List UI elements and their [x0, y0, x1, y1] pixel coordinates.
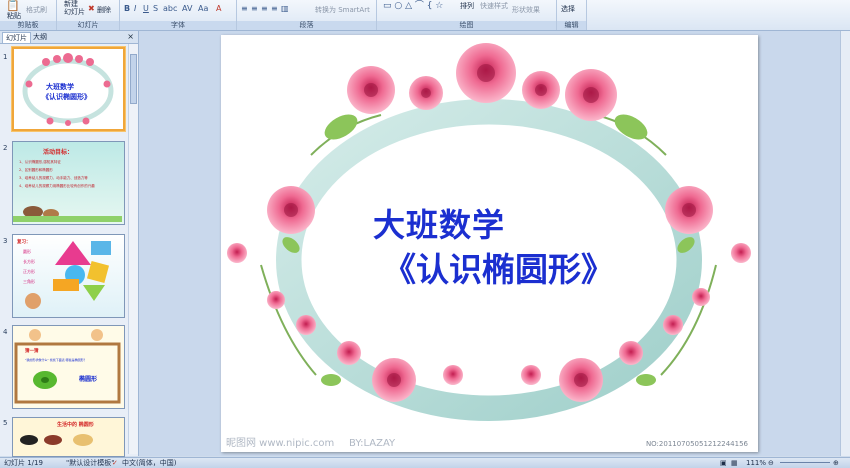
thumb-subtitle: "我的形状像什么" 找找下面表 哪些是椭圆形？	[25, 358, 87, 362]
current-slide[interactable]: 大班数学 《认识椭圆形》 昵图网 www.nipic.com BY:LAZAY …	[221, 35, 758, 452]
clipboard-group: 📋 粘贴 格式刷 剪贴板	[0, 0, 57, 30]
shapes-gallery-icon[interactable]: ▭ ○ △ ⌒ { ☆	[383, 2, 443, 11]
paste-button[interactable]: 粘贴	[7, 11, 21, 21]
drawing-group: ▭ ○ △ ⌒ { ☆ 排列 快速样式 形状效果 绘图	[377, 0, 557, 30]
shadow-icon[interactable]: S	[153, 4, 158, 13]
arrange-button[interactable]: 排列	[460, 1, 474, 11]
convert-smartart-button[interactable]: 转换为 SmartArt	[315, 5, 370, 15]
select-button[interactable]: 选择	[561, 4, 575, 14]
editing-group: 选择 编辑	[557, 0, 587, 30]
tab-slides[interactable]: 幻灯片	[2, 32, 31, 43]
delete-icon[interactable]: ✖	[88, 4, 95, 13]
watermark-by: BY:LAZAY	[349, 438, 396, 449]
slide-number: 5	[3, 419, 8, 427]
font-group: B I U S abc AV Aa A 字体	[120, 0, 237, 30]
close-icon[interactable]: ×	[127, 32, 134, 41]
editing-group-label: 编辑	[557, 21, 586, 30]
thumb-shape-label: 椭圆形	[79, 376, 98, 383]
align-left-icon[interactable]: ≡	[241, 4, 248, 13]
watermark-text: 昵图网 www.nipic.com	[226, 438, 335, 449]
thumb-heading: 猜一猜	[25, 349, 39, 354]
scrollbar-thumb[interactable]	[130, 54, 137, 104]
quick-styles-button[interactable]: 快速样式	[480, 1, 508, 11]
columns-icon[interactable]: ▥	[281, 4, 289, 13]
align-center-icon[interactable]: ≡	[251, 4, 258, 13]
slides-panel: 幻灯片 大纲 × 1 大班数学 《认识椭圆形》 2 活动目标： 1、认识椭圆形,…	[0, 31, 139, 457]
slide-thumbnail-1[interactable]: 大班数学 《认识椭圆形》	[12, 47, 125, 131]
slide-thumbnail-2[interactable]: 活动目标： 1、认识椭圆形,感知其特征 2、区别圆形和椭圆形 3、培养幼儿的观察…	[12, 141, 125, 225]
slide-thumbnail-3[interactable]: 复习： 圆形 长方形 正方形 三角形	[12, 234, 125, 318]
justify-icon[interactable]: ≡	[271, 4, 278, 13]
thumb-objects-image	[20, 434, 93, 446]
paragraph-group-label: 段落	[237, 21, 376, 30]
watermark-id: NO:20110705051212244156	[645, 440, 748, 448]
slide-number: 4	[3, 328, 8, 336]
paste-icon[interactable]: 📋	[6, 0, 20, 11]
slides-group-label: 幻灯片	[57, 21, 119, 30]
status-bar: 幻灯片 1/19 "默认设计模板" ✓ 中文(简体，中国) ▣ ▦ 111% ⊖…	[0, 457, 850, 468]
format-painter-button[interactable]: 格式刷	[26, 5, 47, 15]
paragraph-group: ≡ ≡ ≡ ≡ ▥ 转换为 SmartArt 段落	[237, 0, 377, 30]
editor-scrollbar[interactable]	[840, 31, 850, 456]
font-color-icon[interactable]: A	[216, 4, 221, 13]
italic-icon[interactable]: I	[134, 4, 136, 13]
slide-thumbnail-4[interactable]: 猜一猜 "我的形状像什么" 找找下面表 哪些是椭圆形？ 椭圆形	[12, 325, 125, 409]
delete-slide-button[interactable]: 删除	[97, 5, 111, 15]
slides-group: 新建 幻灯片 ✖ 删除 幻灯片	[57, 0, 120, 30]
thumb-animal-image	[13, 206, 122, 222]
font-group-label: 字体	[120, 21, 236, 30]
slide-title-line1[interactable]: 大班数学	[373, 200, 505, 246]
new-slide-button[interactable]: 新建 幻灯片	[64, 0, 85, 16]
char-spacing-icon[interactable]: AV	[182, 4, 192, 13]
slide-title-line2[interactable]: 《认识椭圆形》	[383, 243, 614, 291]
bold-icon[interactable]: B	[124, 4, 130, 13]
drawing-group-label: 绘图	[377, 21, 556, 30]
slide-number: 1	[3, 53, 8, 61]
align-right-icon[interactable]: ≡	[261, 4, 268, 13]
strikethrough-icon[interactable]: abc	[163, 4, 177, 13]
shape-effects-button[interactable]: 形状效果	[512, 5, 540, 15]
slide-editor: 大班数学 《认识椭圆形》 昵图网 www.nipic.com BY:LAZAY …	[139, 31, 850, 456]
panel-scrollbar[interactable]	[128, 44, 138, 454]
underline-icon[interactable]: U	[143, 4, 149, 13]
slide-number: 3	[3, 237, 8, 245]
slide-number: 2	[3, 144, 8, 152]
thumb-title-line1: 大班数学	[46, 83, 74, 91]
clipboard-group-label: 剪贴板	[0, 21, 56, 30]
ribbon: 📋 粘贴 格式刷 剪贴板 新建 幻灯片 ✖ 删除 幻灯片 B I U S abc…	[0, 0, 850, 31]
tab-outline[interactable]: 大纲	[30, 32, 50, 42]
slide-thumbnail-5[interactable]: 生活中的 椭圆形	[12, 417, 125, 457]
thumb-frame-image	[14, 329, 121, 404]
change-case-icon[interactable]: Aa	[198, 4, 208, 13]
zoom-slider[interactable]	[780, 462, 830, 463]
thumb-shapes-image	[25, 241, 111, 309]
thumb-title-line2: 《认识椭圆形》	[42, 93, 91, 101]
panel-tabs: 幻灯片 大纲 ×	[0, 31, 138, 44]
